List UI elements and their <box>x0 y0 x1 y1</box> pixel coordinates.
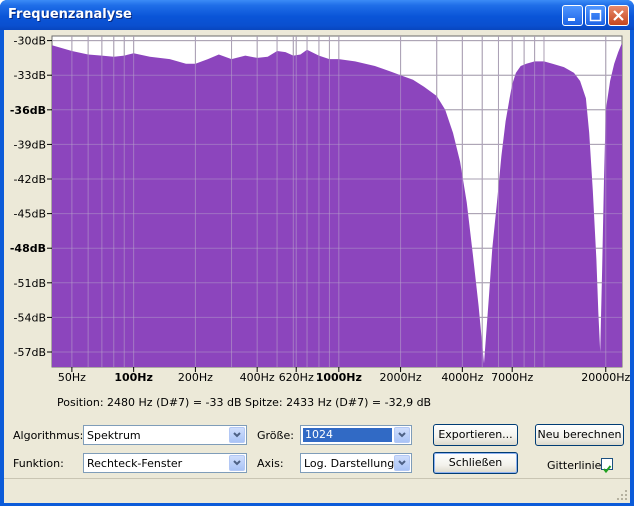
close-button[interactable]: Schließen <box>433 452 518 474</box>
function-value: Rechteck-Fenster <box>87 457 183 470</box>
function-label: Funktion: <box>13 457 64 470</box>
checkmark-icon <box>603 465 612 474</box>
maximize-icon <box>589 9 602 22</box>
x-tick-label: 100Hz <box>114 371 153 384</box>
axis-select[interactable]: Log. Darstellung <box>300 453 412 473</box>
algorithm-select[interactable]: Spektrum <box>83 425 247 445</box>
chevron-down-icon <box>229 455 245 471</box>
chevron-down-icon <box>394 455 410 471</box>
spectrum-plot: -30dB -33dB -36dB -39dB -42dB -45dB -48dB -51dB… <box>10 35 630 384</box>
status-bar <box>4 478 630 503</box>
algorithm-label: Algorithmus: <box>13 429 84 442</box>
analysis-window: Frequenzanalyse -30dB -33dB -36dB -39dB -42d… <box>0 0 634 506</box>
axis-label: Axis: <box>257 457 284 470</box>
x-tick-label: 7000Hz <box>491 371 533 384</box>
x-tick-label: 2000Hz <box>380 371 422 384</box>
recalculate-button[interactable]: Neu berechnen <box>535 424 624 446</box>
chevron-down-icon <box>229 427 245 443</box>
axis-value: Log. Darstellung <box>304 457 395 470</box>
window-title: Frequenzanalyse <box>8 7 132 22</box>
status-readout: Position: 2480 Hz (D#7) = -33 dB Spitze:… <box>57 396 432 409</box>
x-tick-label: 400Hz <box>240 371 275 384</box>
x-tick-label: 1000Hz <box>316 371 362 384</box>
y-tick-label: -48dB <box>10 242 46 255</box>
y-axis: -30dB -33dB -36dB -39dB -42dB -45dB -48dB -51dB… <box>10 35 52 359</box>
y-tick-label: -57dB <box>14 346 47 359</box>
close-window-button[interactable] <box>608 5 629 26</box>
size-label: Größe: <box>257 429 294 442</box>
x-tick-label: 4000Hz <box>441 371 483 384</box>
function-select[interactable]: Rechteck-Fenster <box>83 453 247 473</box>
x-tick-label: 620Hz <box>279 371 314 384</box>
x-tick-label: 200Hz <box>178 371 213 384</box>
close-icon <box>613 10 624 21</box>
size-select[interactable]: 1024 <box>300 425 412 445</box>
y-tick-label: -51dB <box>14 277 47 290</box>
y-tick-label: -39dB <box>14 138 47 151</box>
spectrum-area <box>52 42 622 368</box>
gridlines-label: Gitterlinien <box>547 459 609 472</box>
dialog-body: -30dB -33dB -36dB -39dB -42dB -45dB -48dB -51dB… <box>4 30 630 503</box>
gridlines-checkbox[interactable] <box>601 458 613 474</box>
minimize-icon <box>568 18 575 21</box>
minimize-button[interactable] <box>562 5 583 26</box>
maximize-button[interactable] <box>585 5 606 26</box>
y-tick-label: -30dB <box>14 35 47 48</box>
y-tick-label: -54dB <box>14 311 47 324</box>
y-tick-label: -36dB <box>10 104 46 117</box>
export-button[interactable]: Exportieren... <box>433 424 518 446</box>
y-tick-label: -42dB <box>14 173 47 186</box>
y-tick-label: -33dB <box>14 69 47 82</box>
resize-grip-icon[interactable] <box>616 489 628 501</box>
title-bar[interactable]: Frequenzanalyse <box>0 0 634 30</box>
algorithm-value: Spektrum <box>87 429 141 442</box>
size-value: 1024 <box>303 428 392 442</box>
chevron-down-icon <box>394 427 410 443</box>
x-axis: 50Hz 100Hz 200Hz 400Hz 620Hz 1000Hz 2000Hz 4000… <box>58 367 630 384</box>
y-tick-label: -45dB <box>14 208 47 221</box>
x-tick-label: 20000Hz <box>581 371 630 384</box>
x-tick-label: 50Hz <box>58 371 86 384</box>
